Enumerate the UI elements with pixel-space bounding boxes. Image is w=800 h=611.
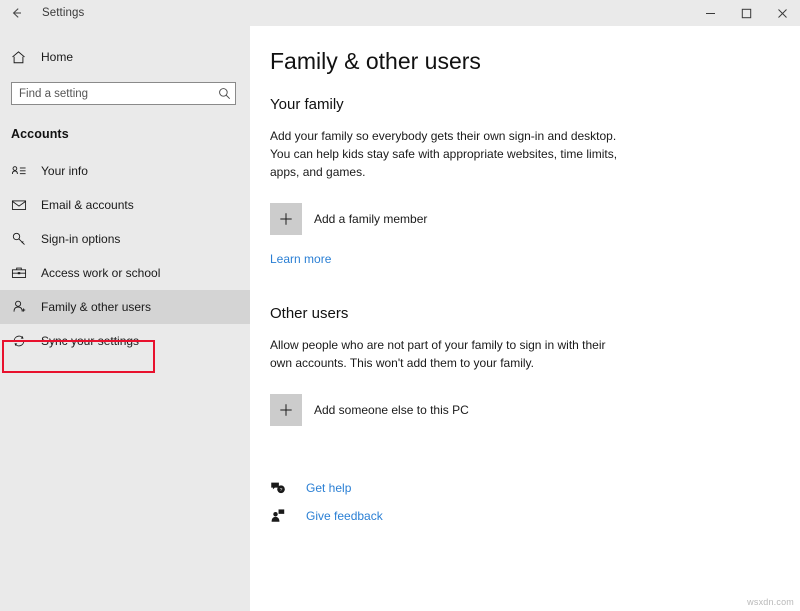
sidebar-item-email-accounts[interactable]: Email & accounts (0, 188, 250, 222)
minimize-icon (705, 8, 716, 19)
watermark: wsxdn.com (747, 597, 794, 607)
search-box[interactable] (11, 82, 236, 105)
learn-more-link[interactable]: Learn more (270, 252, 331, 266)
plus-icon (270, 203, 302, 235)
sidebar-item-label: Access work or school (41, 266, 160, 280)
title-bar-left: Settings (0, 0, 84, 26)
contact-card-icon (11, 163, 33, 179)
give-feedback-row[interactable]: Give feedback (270, 505, 383, 527)
sidebar-item-label: Sign-in options (41, 232, 120, 246)
learn-more-wrapper: Learn more (270, 250, 800, 268)
sidebar: Home Accounts Your info (0, 26, 250, 611)
add-someone-else-label: Add someone else to this PC (314, 403, 469, 417)
plus-icon (270, 394, 302, 426)
sidebar-item-label: Email & accounts (41, 198, 134, 212)
close-button[interactable] (764, 0, 800, 26)
home-icon (11, 50, 33, 65)
sidebar-item-family-other-users[interactable]: Family & other users (0, 290, 250, 324)
maximize-button[interactable] (728, 0, 764, 26)
your-family-description: Add your family so everybody gets their … (270, 127, 625, 181)
title-bar: Settings (0, 0, 800, 26)
search-input[interactable] (12, 83, 213, 104)
get-help-label[interactable]: Get help (306, 481, 351, 495)
feedback-person-icon (270, 508, 292, 524)
person-add-icon (11, 299, 33, 315)
envelope-icon (11, 197, 33, 213)
sidebar-item-your-info[interactable]: Your info (0, 154, 250, 188)
other-users-description: Allow people who are not part of your fa… (270, 336, 625, 372)
add-family-member-label: Add a family member (314, 212, 427, 226)
add-family-member-button[interactable]: Add a family member (270, 203, 427, 235)
maximize-icon (741, 8, 752, 19)
sidebar-item-label: Family & other users (41, 300, 151, 314)
other-users-heading: Other users (270, 305, 800, 322)
app-title: Settings (42, 7, 84, 19)
window-controls (692, 0, 800, 26)
page-title: Family & other users (270, 48, 800, 75)
back-button[interactable] (0, 0, 34, 26)
sidebar-item-home[interactable]: Home (0, 45, 250, 69)
footer-links: ? Get help Give feedback (270, 477, 800, 527)
give-feedback-label[interactable]: Give feedback (306, 509, 383, 523)
svg-text:?: ? (280, 487, 283, 493)
sidebar-item-sign-in-options[interactable]: Sign-in options (0, 222, 250, 256)
sidebar-category-title: Accounts (11, 127, 250, 141)
close-icon (777, 8, 788, 19)
add-someone-else-button[interactable]: Add someone else to this PC (270, 394, 469, 426)
sidebar-item-sync-your-settings[interactable]: Sync your settings (0, 324, 250, 358)
back-arrow-icon (10, 6, 24, 20)
main-content: Family & other users Your family Add you… (250, 26, 800, 611)
sync-icon (11, 333, 33, 349)
briefcase-icon (11, 265, 33, 281)
key-icon (11, 231, 33, 247)
sidebar-item-access-work-or-school[interactable]: Access work or school (0, 256, 250, 290)
help-bubble-icon: ? (270, 480, 292, 496)
your-family-heading: Your family (270, 96, 800, 113)
sidebar-home-label: Home (41, 50, 73, 64)
minimize-button[interactable] (692, 0, 728, 26)
search-icon[interactable] (213, 87, 235, 100)
get-help-row[interactable]: ? Get help (270, 477, 351, 499)
sidebar-item-label: Sync your settings (41, 334, 139, 348)
sidebar-nav-list: Your info Email & accounts Sign-in optio… (0, 154, 250, 358)
sidebar-item-label: Your info (41, 164, 88, 178)
